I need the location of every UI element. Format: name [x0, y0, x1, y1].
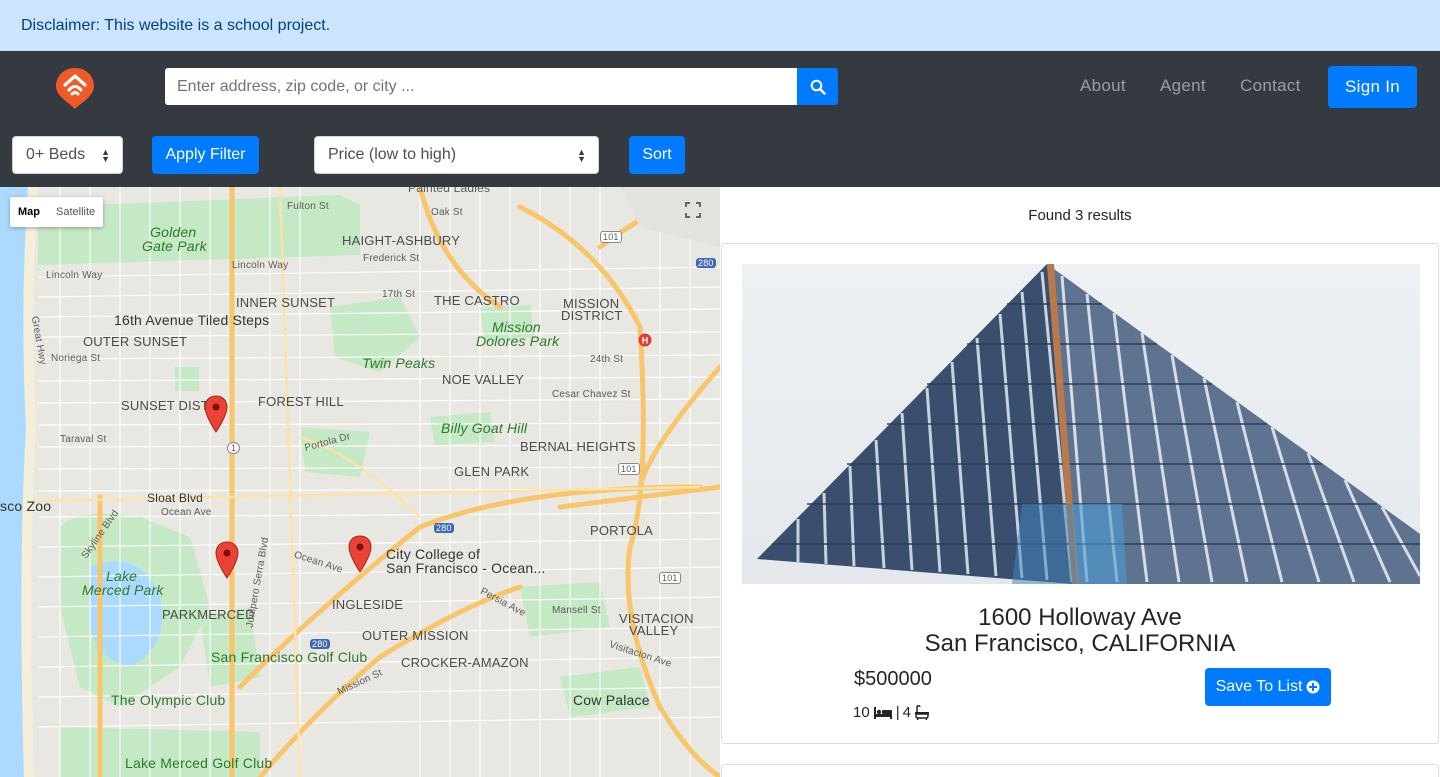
- fullscreen-icon[interactable]: [680, 197, 706, 223]
- map-label: VALLEY: [629, 623, 679, 638]
- building-image: [742, 264, 1420, 584]
- map-label: Billy Goat Hill: [441, 420, 528, 436]
- apply-filter-button[interactable]: Apply Filter: [152, 136, 259, 174]
- nav-contact-link[interactable]: Contact: [1240, 76, 1301, 96]
- navbar: About Agent Contact Sign In 0+ Beds ▲▼ A…: [0, 51, 1440, 187]
- nav-agent-link[interactable]: Agent: [1160, 76, 1206, 96]
- map-label: 16th Avenue Tiled Steps: [114, 312, 270, 328]
- listing-card[interactable]: [721, 764, 1439, 777]
- street-label: Cesar Chavez St: [552, 389, 631, 400]
- bed-icon: [873, 706, 892, 719]
- map-pin-icon[interactable]: [348, 535, 372, 573]
- select-caret-icon: ▲ ▼: [101, 147, 110, 164]
- highway-shield: 1: [227, 442, 241, 454]
- results-panel: Found 3 results 1600 Holloway Ave San Fr…: [720, 187, 1440, 777]
- plus-circle-icon: [1306, 680, 1320, 694]
- map-type-satellite-button[interactable]: Satellite: [48, 197, 103, 227]
- map-label: CROCKER-AMAZON: [401, 655, 529, 670]
- sort-select[interactable]: Price (low to high) ▲ ▼: [314, 136, 599, 174]
- street-label: Lincoln Way: [46, 270, 103, 281]
- bath-icon: [914, 705, 929, 720]
- map-label: INGLESIDE: [332, 597, 404, 612]
- beds-select-value: 0+ Beds: [26, 146, 86, 163]
- map-label: OUTER MISSION: [362, 628, 469, 643]
- map-label: BERNAL HEIGHTS: [520, 439, 636, 454]
- map-label: Twin Peaks: [362, 355, 436, 371]
- highway-shield: 280: [434, 523, 454, 533]
- save-to-list-button[interactable]: Save To List: [1205, 668, 1331, 706]
- highway-shield: 101: [618, 463, 640, 475]
- map-type-map-button[interactable]: Map: [10, 197, 48, 227]
- map[interactable]: Painted Ladies Golden Gate Park HAIGHT-A…: [0, 187, 720, 777]
- street-label: 17th St: [382, 289, 416, 300]
- sort-button[interactable]: Sort: [629, 136, 685, 174]
- sign-in-button[interactable]: Sign In: [1328, 66, 1417, 108]
- map-label: Cow Palace: [573, 692, 650, 708]
- street-label: Ocean Ave: [161, 507, 212, 518]
- map-label: FOREST HILL: [258, 394, 344, 409]
- listing-specs: 10 | 4: [853, 704, 930, 721]
- map-label: Gate Park: [142, 238, 207, 254]
- listing-card[interactable]: 1600 Holloway Ave San Francisco, CALIFOR…: [721, 243, 1439, 744]
- map-label: DISTRICT: [561, 308, 623, 323]
- svg-text:H: H: [642, 336, 649, 346]
- street-label: Oak St: [431, 207, 463, 218]
- map-pin-icon[interactable]: [204, 395, 228, 433]
- listing-address-line1: 1600 Holloway Ave: [978, 604, 1182, 631]
- map-label: San Francisco - Ocean...: [386, 560, 546, 576]
- street-label: Sloat Blvd: [147, 491, 204, 505]
- street-label: Lincoln Way: [232, 260, 289, 271]
- select-caret-icon: ▲ ▼: [577, 147, 586, 164]
- street-label: Fulton St: [287, 201, 329, 212]
- map-label: NOE VALLEY: [442, 372, 524, 387]
- highway-shield: 280: [310, 639, 330, 649]
- map-pin-icon[interactable]: [215, 541, 239, 579]
- street-label: Mansell St: [552, 605, 601, 616]
- specs-separator: |: [895, 704, 900, 721]
- map-label: The Olympic Club: [111, 692, 226, 708]
- highway-shield: 101: [600, 231, 622, 243]
- map-type-control: Map Satellite: [10, 197, 104, 227]
- listing-address-line2: San Francisco, CALIFORNIA: [924, 630, 1236, 657]
- hospital-icon: H: [638, 333, 652, 347]
- nav-about-link[interactable]: About: [1080, 76, 1126, 96]
- disclaimer-banner: Disclaimer: This website is a school pro…: [0, 0, 1440, 51]
- map-label: Merced Park: [82, 582, 164, 598]
- map-label: INNER SUNSET: [236, 295, 336, 310]
- beds-count: 10: [853, 704, 870, 721]
- map-label: San Francisco Golf Club: [211, 649, 368, 665]
- street-label: 24th St: [590, 354, 624, 365]
- search-input[interactable]: [165, 68, 797, 105]
- map-label: PARKMERCED: [162, 607, 255, 622]
- map-label: GLEN PARK: [454, 464, 530, 479]
- map-label: Painted Ladies: [408, 187, 491, 195]
- results-count: Found 3 results: [1028, 207, 1132, 224]
- map-label: PORTOLA: [590, 523, 654, 538]
- sort-select-value: Price (low to high): [328, 146, 457, 163]
- highway-shield: 101: [659, 572, 681, 584]
- brand-logo-icon[interactable]: [54, 66, 96, 110]
- disclaimer-text: Disclaimer: This website is a school pro…: [21, 17, 331, 34]
- search-icon: [810, 79, 826, 95]
- map-label: THE CASTRO: [434, 293, 520, 308]
- listing-image[interactable]: [742, 264, 1420, 584]
- search-bar: [165, 68, 838, 105]
- map-label: Dolores Park: [476, 333, 560, 349]
- street-label: Noriega St: [51, 353, 101, 364]
- highway-shield: 280: [696, 258, 716, 268]
- map-label: Lake Merced Golf Club: [125, 755, 273, 771]
- map-label: OUTER SUNSET: [83, 334, 188, 349]
- save-to-list-label: Save To List: [1215, 678, 1303, 695]
- search-button[interactable]: [797, 68, 838, 105]
- map-label: sco Zoo: [0, 498, 52, 514]
- listing-price: $500000: [854, 668, 932, 690]
- street-label: Taraval St: [60, 434, 107, 445]
- baths-count: 4: [902, 704, 911, 721]
- beds-select[interactable]: 0+ Beds ▲ ▼: [12, 136, 123, 174]
- street-label: Frederick St: [363, 253, 420, 264]
- map-label: HAIGHT-ASHBURY: [342, 233, 461, 248]
